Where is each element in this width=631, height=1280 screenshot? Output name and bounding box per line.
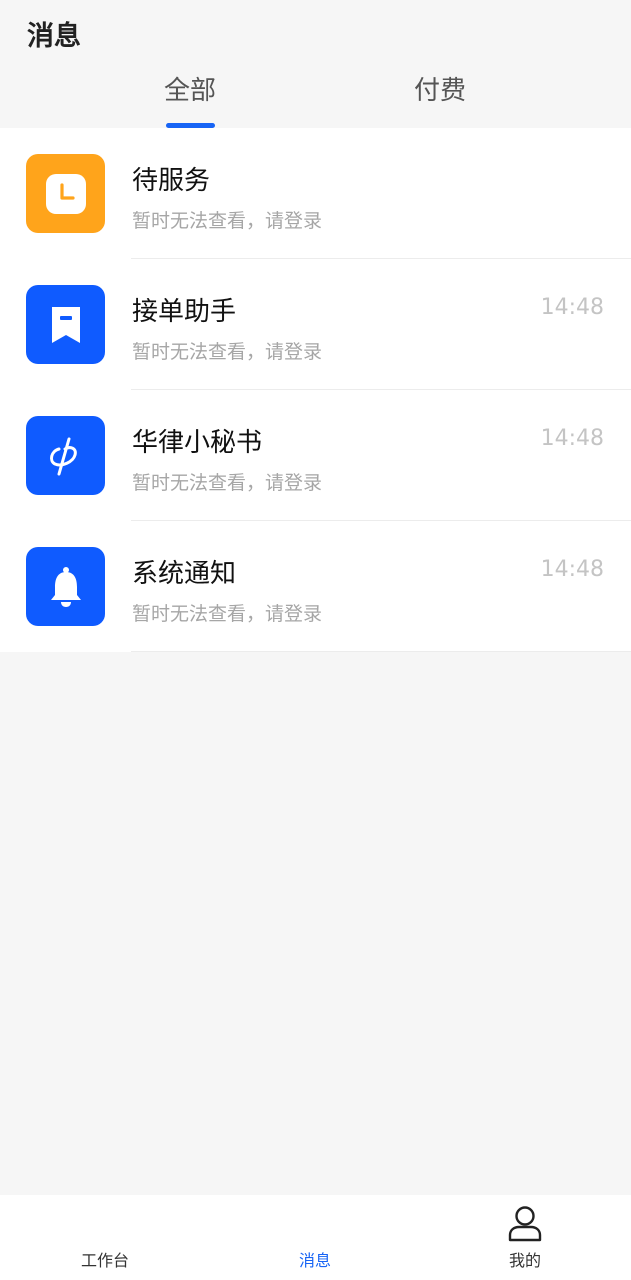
message-title: 接单助手 xyxy=(132,297,237,327)
message-title: 系统通知 xyxy=(132,559,237,589)
message-title: 待服务 xyxy=(132,166,211,196)
tabbar-workbench[interactable]: 工作台 xyxy=(55,1195,155,1280)
app-screen: 消息 全部 付费 待服务 暂时无法查看，请登录 接单助手 暂时无法查看，请登录 … xyxy=(0,0,631,1280)
tab-paid[interactable]: 付费 xyxy=(390,70,490,128)
tabbar-mine[interactable]: 我的 xyxy=(475,1195,575,1280)
bottom-tab-bar: 工作台 消息 我的 xyxy=(0,1195,631,1280)
message-preview: 暂时无法查看，请登录 xyxy=(132,472,323,494)
message-preview: 暂时无法查看，请登录 xyxy=(132,603,323,625)
message-preview: 暂时无法查看，请登录 xyxy=(132,210,323,232)
message-time: 14:48 xyxy=(540,557,604,582)
phi-logo-icon xyxy=(26,416,105,495)
message-row-hualv-secretary[interactable]: 华律小秘书 暂时无法查看，请登录 14:48 xyxy=(0,390,631,521)
message-time: 14:48 xyxy=(540,295,604,320)
page-title: 消息 xyxy=(27,21,81,52)
tabbar-label: 工作台 xyxy=(80,1251,129,1270)
clock-icon xyxy=(26,154,105,233)
tabbar-label: 我的 xyxy=(508,1251,541,1270)
message-list: 待服务 暂时无法查看，请登录 接单助手 暂时无法查看，请登录 14:48 华律小… xyxy=(0,128,631,652)
divider xyxy=(131,651,631,652)
message-row-order-assistant[interactable]: 接单助手 暂时无法查看，请登录 14:48 xyxy=(0,259,631,390)
tab-all[interactable]: 全部 xyxy=(140,70,240,128)
header: 消息 全部 付费 xyxy=(0,0,631,128)
message-preview: 暂时无法查看，请登录 xyxy=(132,341,323,363)
bell-icon xyxy=(26,547,105,626)
message-title: 华律小秘书 xyxy=(132,428,263,458)
message-row-system-notice[interactable]: 系统通知 暂时无法查看，请登录 14:48 xyxy=(0,521,631,652)
tabbar-messages[interactable]: 消息 xyxy=(265,1195,365,1280)
bookmark-icon xyxy=(26,285,105,364)
person-icon xyxy=(508,1206,542,1242)
message-row-pending-service[interactable]: 待服务 暂时无法查看，请登录 xyxy=(0,128,631,259)
message-time: 14:48 xyxy=(540,426,604,451)
tabbar-label: 消息 xyxy=(298,1251,331,1270)
